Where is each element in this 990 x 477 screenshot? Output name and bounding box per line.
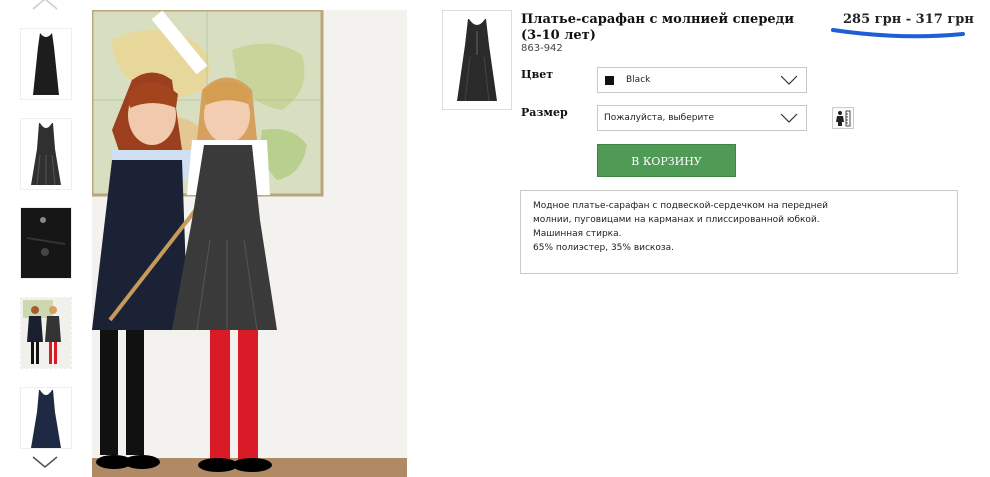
thumbnail-grey-pinafore[interactable] (20, 118, 72, 190)
description-line: 65% полиэстер, 35% вискоза. (533, 243, 675, 253)
main-product-photo (92, 10, 407, 477)
size-label: Размер (521, 106, 568, 119)
chevron-up-icon[interactable] (14, 0, 76, 16)
size-select-placeholder: Пожалуйста, выберите (604, 113, 715, 123)
product-sku: 863-942 (521, 43, 563, 54)
color-swatch (605, 76, 614, 85)
description-line: Машинная стирка. (533, 229, 622, 239)
thumbnail-lifestyle[interactable] (20, 297, 72, 369)
chevron-down-icon (780, 74, 798, 89)
thumbnail-pocket-detail[interactable] (20, 207, 72, 279)
description-line: молнии, пуговицами на карманах и плиссир… (533, 215, 820, 225)
add-to-cart-button[interactable]: В КОРЗИНУ (597, 144, 736, 177)
thumbnail-black-pinafore[interactable] (20, 28, 72, 100)
thumbnail-navy-pinafore[interactable] (20, 387, 72, 449)
product-mini-image (442, 10, 512, 110)
description-line: Модное платье-сарафан с подвеской-сердеч… (533, 201, 828, 211)
size-select[interactable]: Пожалуйста, выберите (597, 105, 807, 131)
price-highlight-underline (831, 28, 965, 39)
product-description: Модное платье-сарафан с подвеской-сердеч… (520, 190, 958, 274)
chevron-down-icon (780, 112, 798, 127)
product-title: Платье-сарафан с молнией спереди (3-10 л… (521, 12, 794, 43)
color-label: Цвет (521, 68, 554, 81)
thumbnail-strip (14, 0, 76, 477)
chevron-down-icon[interactable] (14, 452, 76, 474)
size-guide-icon[interactable] (832, 107, 854, 129)
color-select-value: Black (626, 75, 651, 85)
color-select[interactable]: Black (597, 67, 807, 93)
